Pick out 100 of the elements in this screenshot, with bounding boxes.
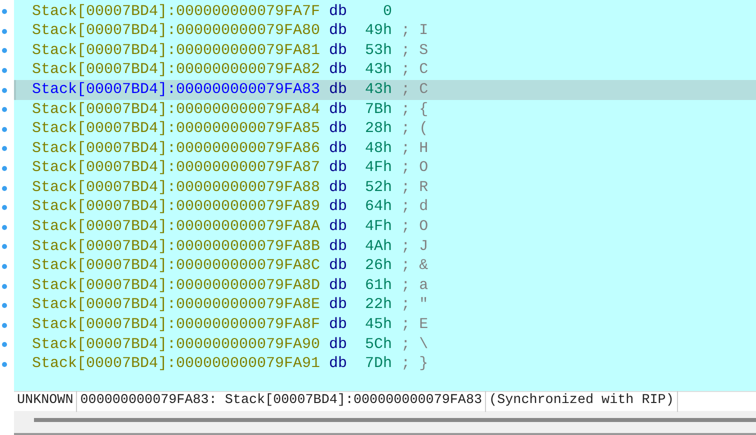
address-label: Stack[00007BD4]:000000000079FA82 <box>32 60 320 80</box>
byte-value: 5Ch <box>364 334 392 355</box>
listing-line[interactable]: Stack[00007BD4]:000000000079FA8C db 26h ; & <box>14 256 756 276</box>
listing-line[interactable]: Stack[00007BD4]:000000000079FA91 db 7Dh ; } <box>14 354 756 374</box>
listing-line[interactable]: Stack[00007BD4]:000000000079FA81 db 53h ; S <box>14 41 756 61</box>
char-comment: ; & <box>401 256 428 276</box>
address-label: Stack[00007BD4]:000000000079FA81 <box>32 40 320 61</box>
directive-keyword: db <box>329 2 348 22</box>
listing-line[interactable]: Stack[00007BD4]:000000000079FA84 db 7Bh ; { <box>14 100 756 120</box>
address-label: Stack[00007BD4]:000000000079FA90 <box>32 334 320 355</box>
byte-value: 43h <box>364 60 392 80</box>
directive-keyword: db <box>329 178 348 198</box>
listing-line[interactable]: Stack[00007BD4]:000000000079FA7F db 0 <box>14 2 756 22</box>
directive-keyword: db <box>329 40 348 61</box>
byte-value: 4Ah <box>364 236 392 257</box>
directive-keyword: db <box>329 256 348 276</box>
row-marker-icon <box>2 186 7 191</box>
char-comment: ; I <box>401 21 428 42</box>
char-comment: ; { <box>401 100 428 120</box>
char-comment: ; a <box>401 276 428 296</box>
directive-keyword: db <box>329 60 348 80</box>
row-marker-icon <box>2 284 7 289</box>
byte-value: 7Bh <box>364 100 392 120</box>
address-label: Stack[00007BD4]:000000000079FA8B <box>32 236 320 257</box>
byte-value: 61h <box>364 276 392 296</box>
row-marker-icon <box>2 264 7 270</box>
char-comment: ; " <box>401 295 428 316</box>
listing-line[interactable]: Stack[00007BD4]:000000000079FA82 db 43h ; C <box>14 60 756 80</box>
byte-value: 7Dh <box>364 354 392 374</box>
directive-keyword: db <box>329 315 348 336</box>
byte-value: 53h <box>364 40 392 61</box>
listing-line[interactable]: Stack[00007BD4]:000000000079FA90 db 5Ch ; \ <box>14 335 756 355</box>
char-comment: ; ( <box>401 119 428 140</box>
row-marker-icon <box>2 244 7 250</box>
directive-keyword: db <box>329 21 348 42</box>
listing-line[interactable]: Stack[00007BD4]:000000000079FA8E db 22h ; " <box>14 296 756 316</box>
address-label: Stack[00007BD4]:000000000079FA89 <box>32 197 320 218</box>
char-comment: ; d <box>401 197 428 218</box>
directive-keyword: db <box>329 119 348 140</box>
listing-line[interactable]: Stack[00007BD4]:000000000079FA80 db 49h ; I <box>14 22 756 42</box>
directive-keyword: db <box>329 217 348 238</box>
listing-line[interactable]: Stack[00007BD4]:000000000079FA88 db 52h ; R <box>14 178 756 198</box>
byte-value: 26h <box>364 256 392 276</box>
char-comment: ; C <box>401 80 428 100</box>
row-marker-icon <box>2 28 7 34</box>
listing-line[interactable]: Stack[00007BD4]:000000000079FA85 db 28h ; ( <box>14 120 756 140</box>
address-label: Stack[00007BD4]:000000000079FA8D <box>32 276 320 296</box>
char-comment: ; \ <box>401 334 428 355</box>
byte-value: 49h <box>364 21 392 42</box>
address-label: Stack[00007BD4]:000000000079FA87 <box>32 158 320 178</box>
char-comment: ; J <box>401 236 428 257</box>
row-marker-icon <box>2 9 7 14</box>
char-comment: ; O <box>401 158 428 178</box>
directive-keyword: db <box>329 100 348 120</box>
byte-value: 28h <box>364 119 392 140</box>
byte-value: 4Fh <box>364 217 392 238</box>
row-marker-icon <box>2 362 7 367</box>
byte-value: 43h <box>364 80 392 100</box>
listing-line[interactable]: Stack[00007BD4]:000000000079FA87 db 4Fh ; O <box>14 158 756 178</box>
row-marker-icon <box>2 48 7 54</box>
address-label: Stack[00007BD4]:000000000079FA91 <box>32 354 320 374</box>
char-comment: ; O <box>401 217 428 238</box>
address-label: Stack[00007BD4]:000000000079FA7F <box>32 2 320 22</box>
directive-keyword: db <box>329 80 348 100</box>
address-label: Stack[00007BD4]:000000000079FA8F <box>32 315 320 336</box>
listing-line[interactable]: Stack[00007BD4]:000000000079FA8A db 4Fh ; O <box>14 218 756 238</box>
row-marker-icon <box>2 342 7 348</box>
row-marker-icon <box>2 166 7 172</box>
byte-value: 45h <box>364 315 392 336</box>
byte-value: 64h <box>364 197 392 218</box>
directive-keyword: db <box>329 354 348 374</box>
byte-value: 22h <box>364 295 392 316</box>
char-comment: ; } <box>401 354 428 374</box>
address-label: Stack[00007BD4]:000000000079FA86 <box>32 138 320 159</box>
directive-keyword: db <box>329 197 348 218</box>
char-comment: ; R <box>401 178 428 198</box>
row-marker-icon <box>2 68 7 74</box>
listing-line[interactable]: Stack[00007BD4]:000000000079FA8F db 45h ; E <box>14 316 756 336</box>
horizontal-scrollbar[interactable] <box>34 418 756 422</box>
listing-line[interactable]: Stack[00007BD4]:000000000079FA8B db 4Ah ; J <box>14 237 756 257</box>
row-marker-icon <box>2 322 7 328</box>
directive-keyword: db <box>329 295 348 316</box>
char-comment: ; E <box>401 315 428 336</box>
listing-line[interactable]: Stack[00007BD4]:000000000079FA89 db 64h ; d <box>14 198 756 218</box>
char-comment: ; S <box>401 40 428 61</box>
address-label: Stack[00007BD4]:000000000079FA8C <box>32 256 320 276</box>
directive-keyword: db <box>329 138 348 159</box>
address-label: Stack[00007BD4]:000000000079FA84 <box>32 100 320 120</box>
row-marker-icon <box>2 205 7 210</box>
directive-keyword: db <box>329 276 348 296</box>
byte-value: 48h <box>364 138 392 159</box>
char-comment: ; C <box>401 60 428 80</box>
listing-line[interactable]: Stack[00007BD4]:000000000079FA86 db 48h ; H <box>14 139 756 159</box>
row-marker-icon <box>2 126 7 132</box>
directive-keyword: db <box>329 334 348 355</box>
byte-value: 52h <box>364 178 392 198</box>
row-marker-icon <box>2 146 7 152</box>
listing-line[interactable]: Stack[00007BD4]:000000000079FA8D db 61h ; a <box>14 276 756 296</box>
address-label: Stack[00007BD4]:000000000079FA85 <box>32 119 320 140</box>
address-label: Stack[00007BD4]:000000000079FA83 <box>32 80 320 100</box>
